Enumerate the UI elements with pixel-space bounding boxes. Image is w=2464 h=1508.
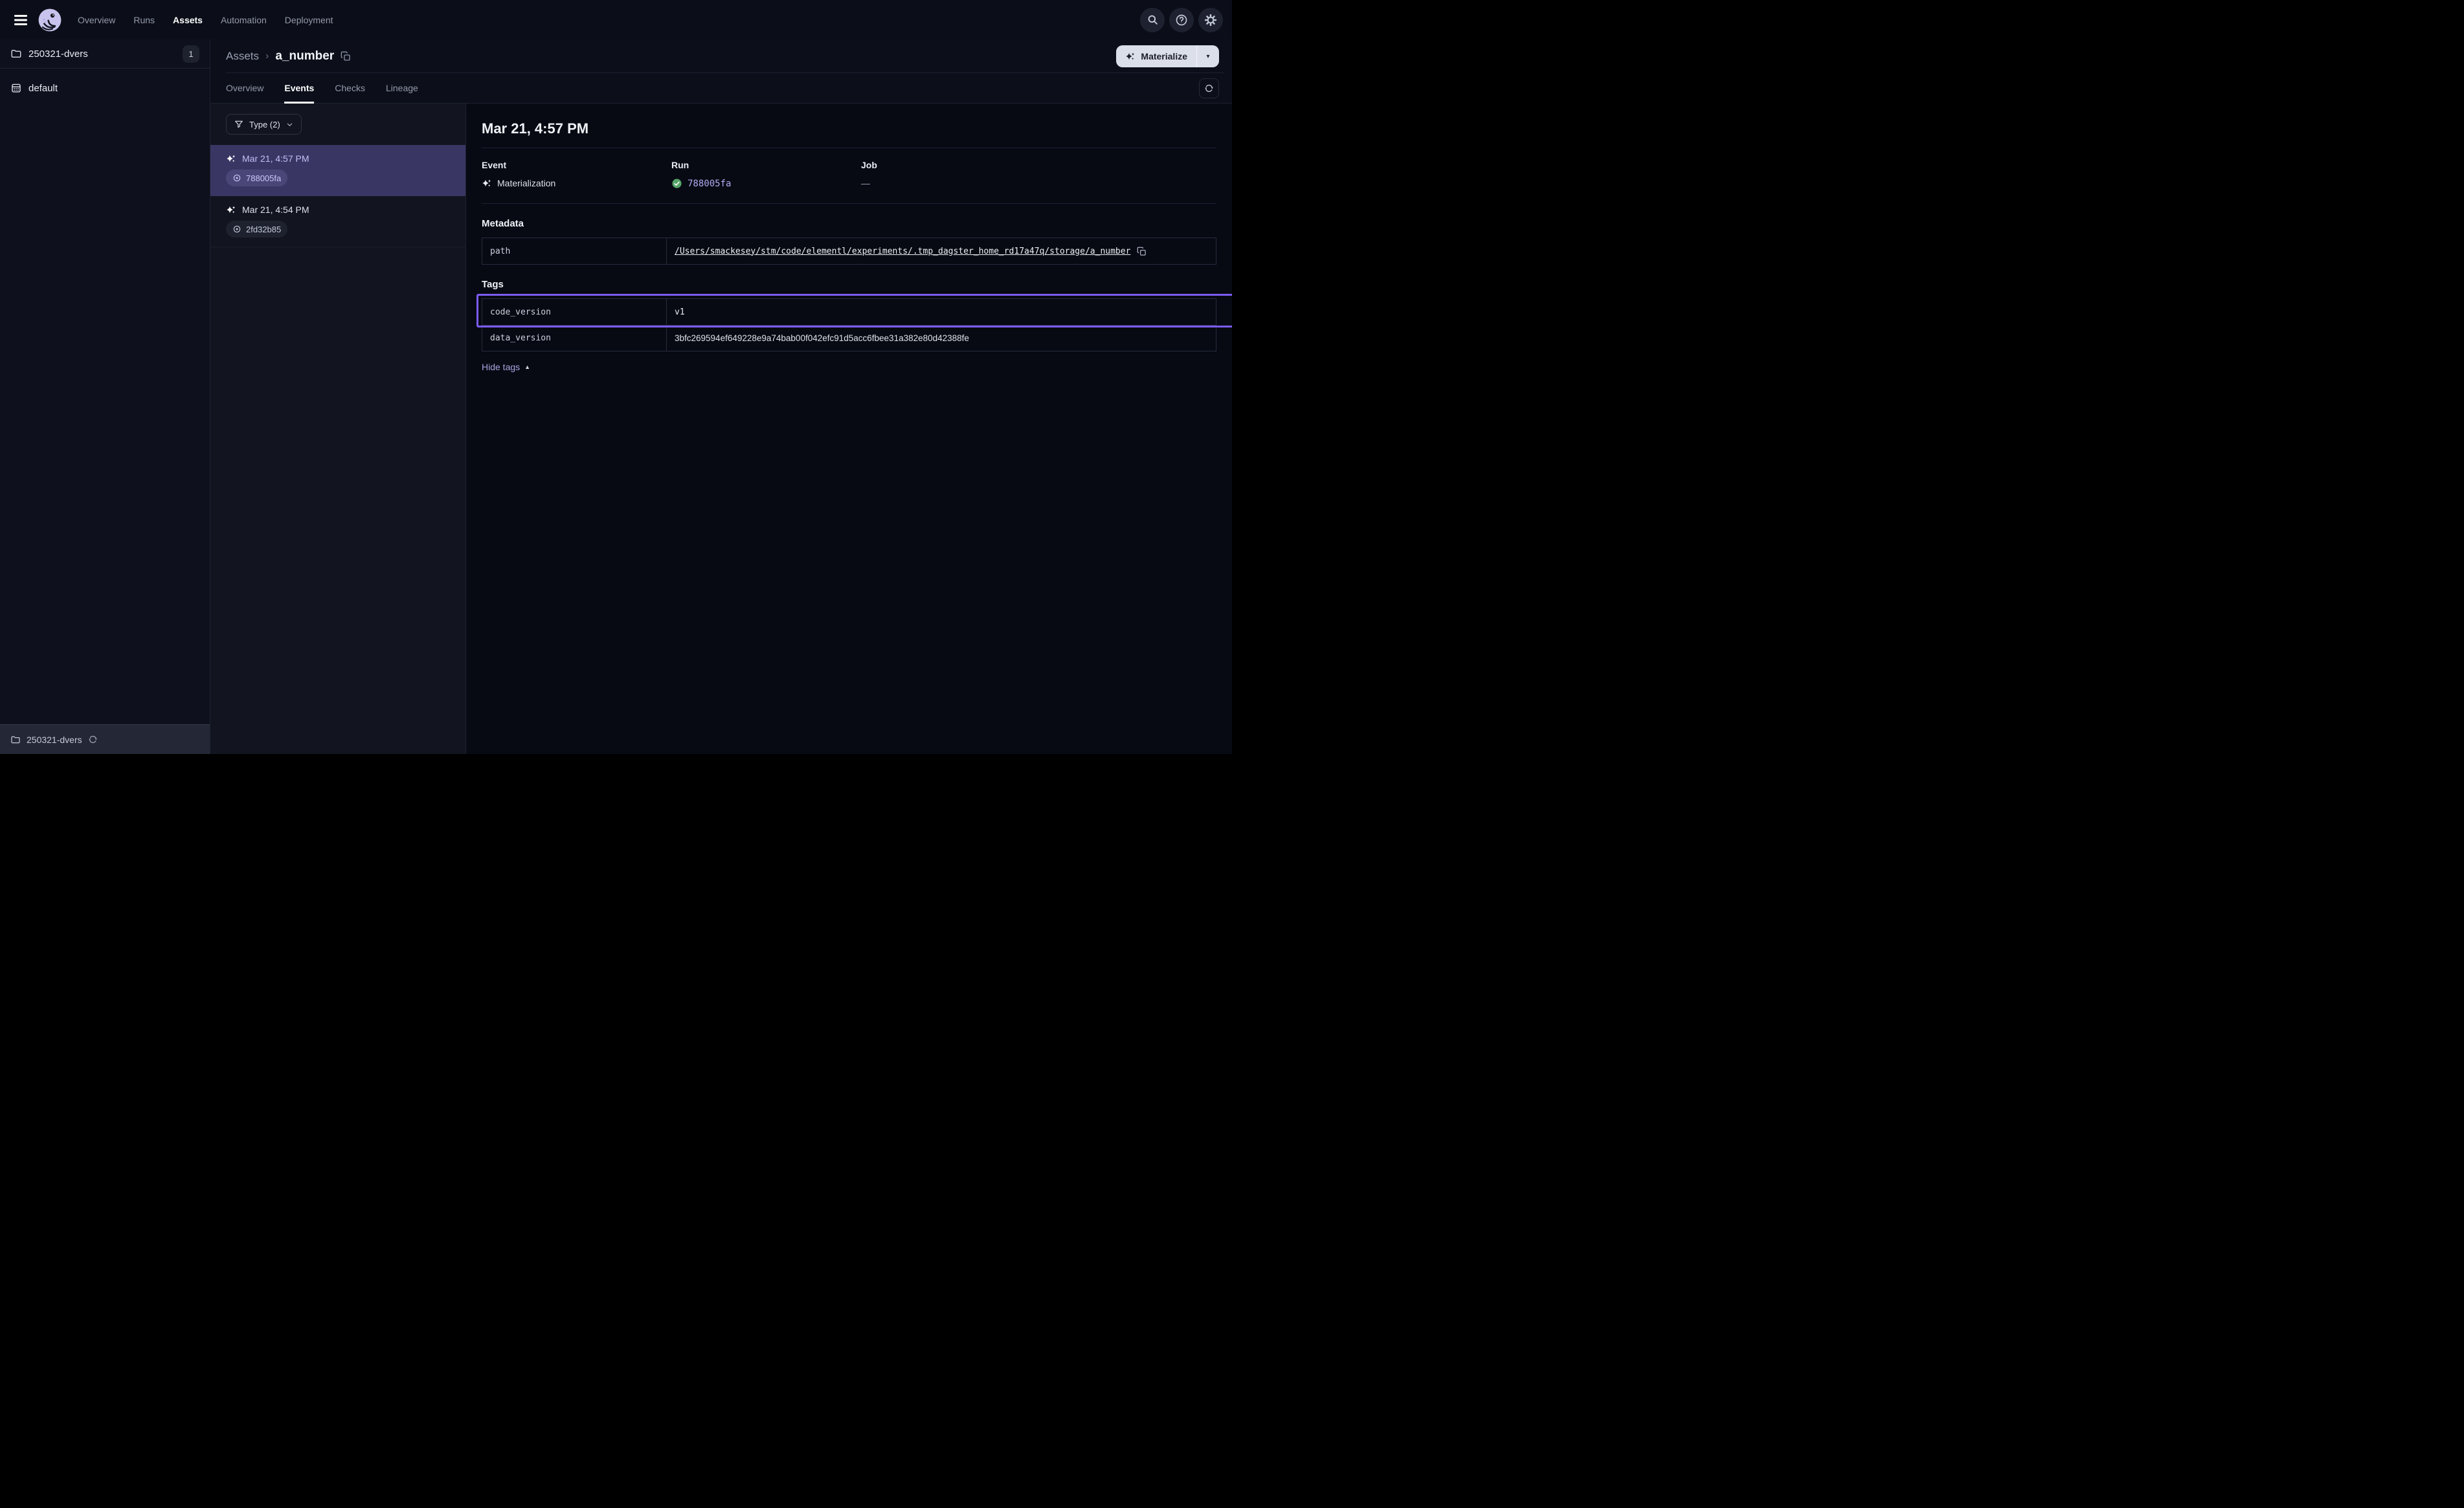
- run-circle-icon: [232, 225, 241, 234]
- asset-name: a_number: [275, 49, 334, 63]
- run-id-text: 2fd32b85: [246, 225, 281, 234]
- tag-value: v1: [667, 299, 1216, 325]
- collapse-triangle-icon: ▲: [524, 364, 530, 370]
- filter-funnel-icon: [234, 120, 243, 129]
- asset-group-icon: [10, 82, 22, 94]
- event-list-item[interactable]: Mar 21, 4:57 PM 788005fa: [210, 145, 465, 196]
- tab-events[interactable]: Events: [284, 73, 314, 103]
- job-value: —: [861, 178, 870, 188]
- reload-location-icon[interactable]: [88, 735, 98, 744]
- type-filter-button[interactable]: Type (2): [226, 114, 302, 135]
- code-location-label: 250321-dvers: [27, 735, 82, 745]
- dagster-logo-icon[interactable]: [38, 8, 62, 32]
- breadcrumb-separator: ›: [265, 50, 269, 62]
- type-filter-label: Type (2): [249, 120, 280, 129]
- primary-nav: Overview Runs Assets Automation Deployme…: [78, 15, 333, 25]
- run-column-label: Run: [671, 160, 861, 170]
- help-button[interactable]: [1169, 8, 1194, 32]
- nav-item-deployment[interactable]: Deployment: [285, 15, 333, 25]
- copy-asset-name-icon[interactable]: [341, 51, 351, 61]
- nav-item-assets[interactable]: Assets: [173, 15, 203, 25]
- chevron-down-icon: [286, 121, 293, 128]
- caret-down-icon: ▾: [1206, 53, 1209, 60]
- run-id-link[interactable]: 788005fa: [688, 179, 731, 189]
- job-column-label: Job: [861, 160, 1051, 170]
- materialization-sparkle-icon: [226, 153, 236, 164]
- asset-catalog-sidebar: 250321-dvers 1 default: [0, 39, 210, 754]
- materialize-dropdown-button[interactable]: ▾: [1197, 45, 1219, 67]
- materialization-sparkle-icon: [482, 178, 492, 188]
- nav-item-overview[interactable]: Overview: [78, 15, 115, 25]
- run-id-badge[interactable]: 2fd32b85: [226, 221, 287, 238]
- sidebar-item-default-group[interactable]: default: [0, 74, 210, 102]
- breadcrumb: Assets › a_number: [226, 49, 351, 63]
- code-location-footer[interactable]: 250321-dvers: [0, 724, 210, 754]
- gear-icon: [1204, 14, 1217, 27]
- metadata-path-link[interactable]: /Users/smackesey/stm/code/elementl/exper…: [675, 247, 1130, 256]
- app-window: Overview Runs Assets Automation Deployme…: [0, 0, 1232, 754]
- help-icon: [1175, 14, 1188, 27]
- tags-heading: Tags: [482, 279, 1216, 290]
- folder-icon: [10, 735, 21, 745]
- tab-checks[interactable]: Checks: [335, 73, 365, 103]
- refresh-button[interactable]: [1199, 78, 1219, 98]
- run-id-text: 788005fa: [246, 173, 281, 183]
- tab-overview[interactable]: Overview: [226, 73, 263, 103]
- breadcrumb-assets-link[interactable]: Assets: [226, 50, 259, 63]
- folder-icon: [10, 48, 22, 60]
- asset-header: Assets › a_number: [210, 39, 1232, 73]
- event-type-value: Materialization: [497, 178, 555, 188]
- metadata-key: path: [482, 238, 667, 264]
- run-id-badge[interactable]: 788005fa: [226, 170, 287, 186]
- tag-key: code_version: [482, 299, 667, 325]
- search-button[interactable]: [1140, 8, 1165, 32]
- settings-button[interactable]: [1198, 8, 1223, 32]
- refresh-icon: [1204, 83, 1214, 93]
- materialize-label: Materialize: [1141, 51, 1187, 61]
- table-row: path /Users/smackesey/stm/code/elementl/…: [482, 238, 1216, 264]
- repo-label: 250321-dvers: [28, 49, 176, 60]
- nav-item-runs[interactable]: Runs: [133, 15, 155, 25]
- run-circle-icon: [232, 173, 241, 183]
- group-label: default: [28, 83, 58, 94]
- event-detail-panel: Mar 21, 4:57 PM Event: [466, 104, 1232, 754]
- event-list-item[interactable]: Mar 21, 4:54 PM 2fd32b85: [210, 196, 465, 247]
- success-check-icon: [671, 178, 682, 189]
- sparkle-icon: [1125, 51, 1136, 61]
- materialize-button[interactable]: Materialize: [1116, 45, 1196, 67]
- tag-key: data_version: [482, 326, 667, 351]
- tag-value: 3bfc269594ef649228e9a74bab00f042efc91d5a…: [667, 326, 1216, 351]
- event-column-label: Event: [482, 160, 671, 170]
- metadata-heading: Metadata: [482, 218, 1216, 229]
- event-detail-title: Mar 21, 4:57 PM: [482, 120, 1216, 137]
- table-row: data_version 3bfc269594ef649228e9a74bab0…: [482, 325, 1216, 351]
- events-list-panel: Type (2): [210, 104, 466, 754]
- nav-item-automation[interactable]: Automation: [221, 15, 267, 25]
- materialize-split-button: Materialize ▾: [1116, 45, 1219, 67]
- hide-tags-link[interactable]: Hide tags ▲: [482, 362, 530, 372]
- table-row: code_version v1: [482, 299, 1216, 325]
- copy-path-icon[interactable]: [1137, 247, 1147, 256]
- asset-tabs: Overview Events Checks Lineage: [210, 73, 1232, 104]
- tab-lineage[interactable]: Lineage: [386, 73, 418, 103]
- tags-table: code_version v1 data_version 3bfc269594e…: [482, 298, 1216, 351]
- metadata-table: path /Users/smackesey/stm/code/elementl/…: [482, 238, 1216, 265]
- hide-tags-label: Hide tags: [482, 362, 520, 372]
- sidebar-item-repo[interactable]: 250321-dvers 1: [0, 39, 210, 69]
- repo-count-badge: 1: [183, 45, 199, 63]
- search-icon: [1147, 14, 1159, 26]
- hamburger-menu-icon[interactable]: [8, 7, 34, 33]
- event-timestamp: Mar 21, 4:54 PM: [242, 205, 309, 215]
- top-nav: Overview Runs Assets Automation Deployme…: [0, 0, 1232, 39]
- materialization-sparkle-icon: [226, 205, 236, 215]
- event-timestamp: Mar 21, 4:57 PM: [242, 153, 309, 164]
